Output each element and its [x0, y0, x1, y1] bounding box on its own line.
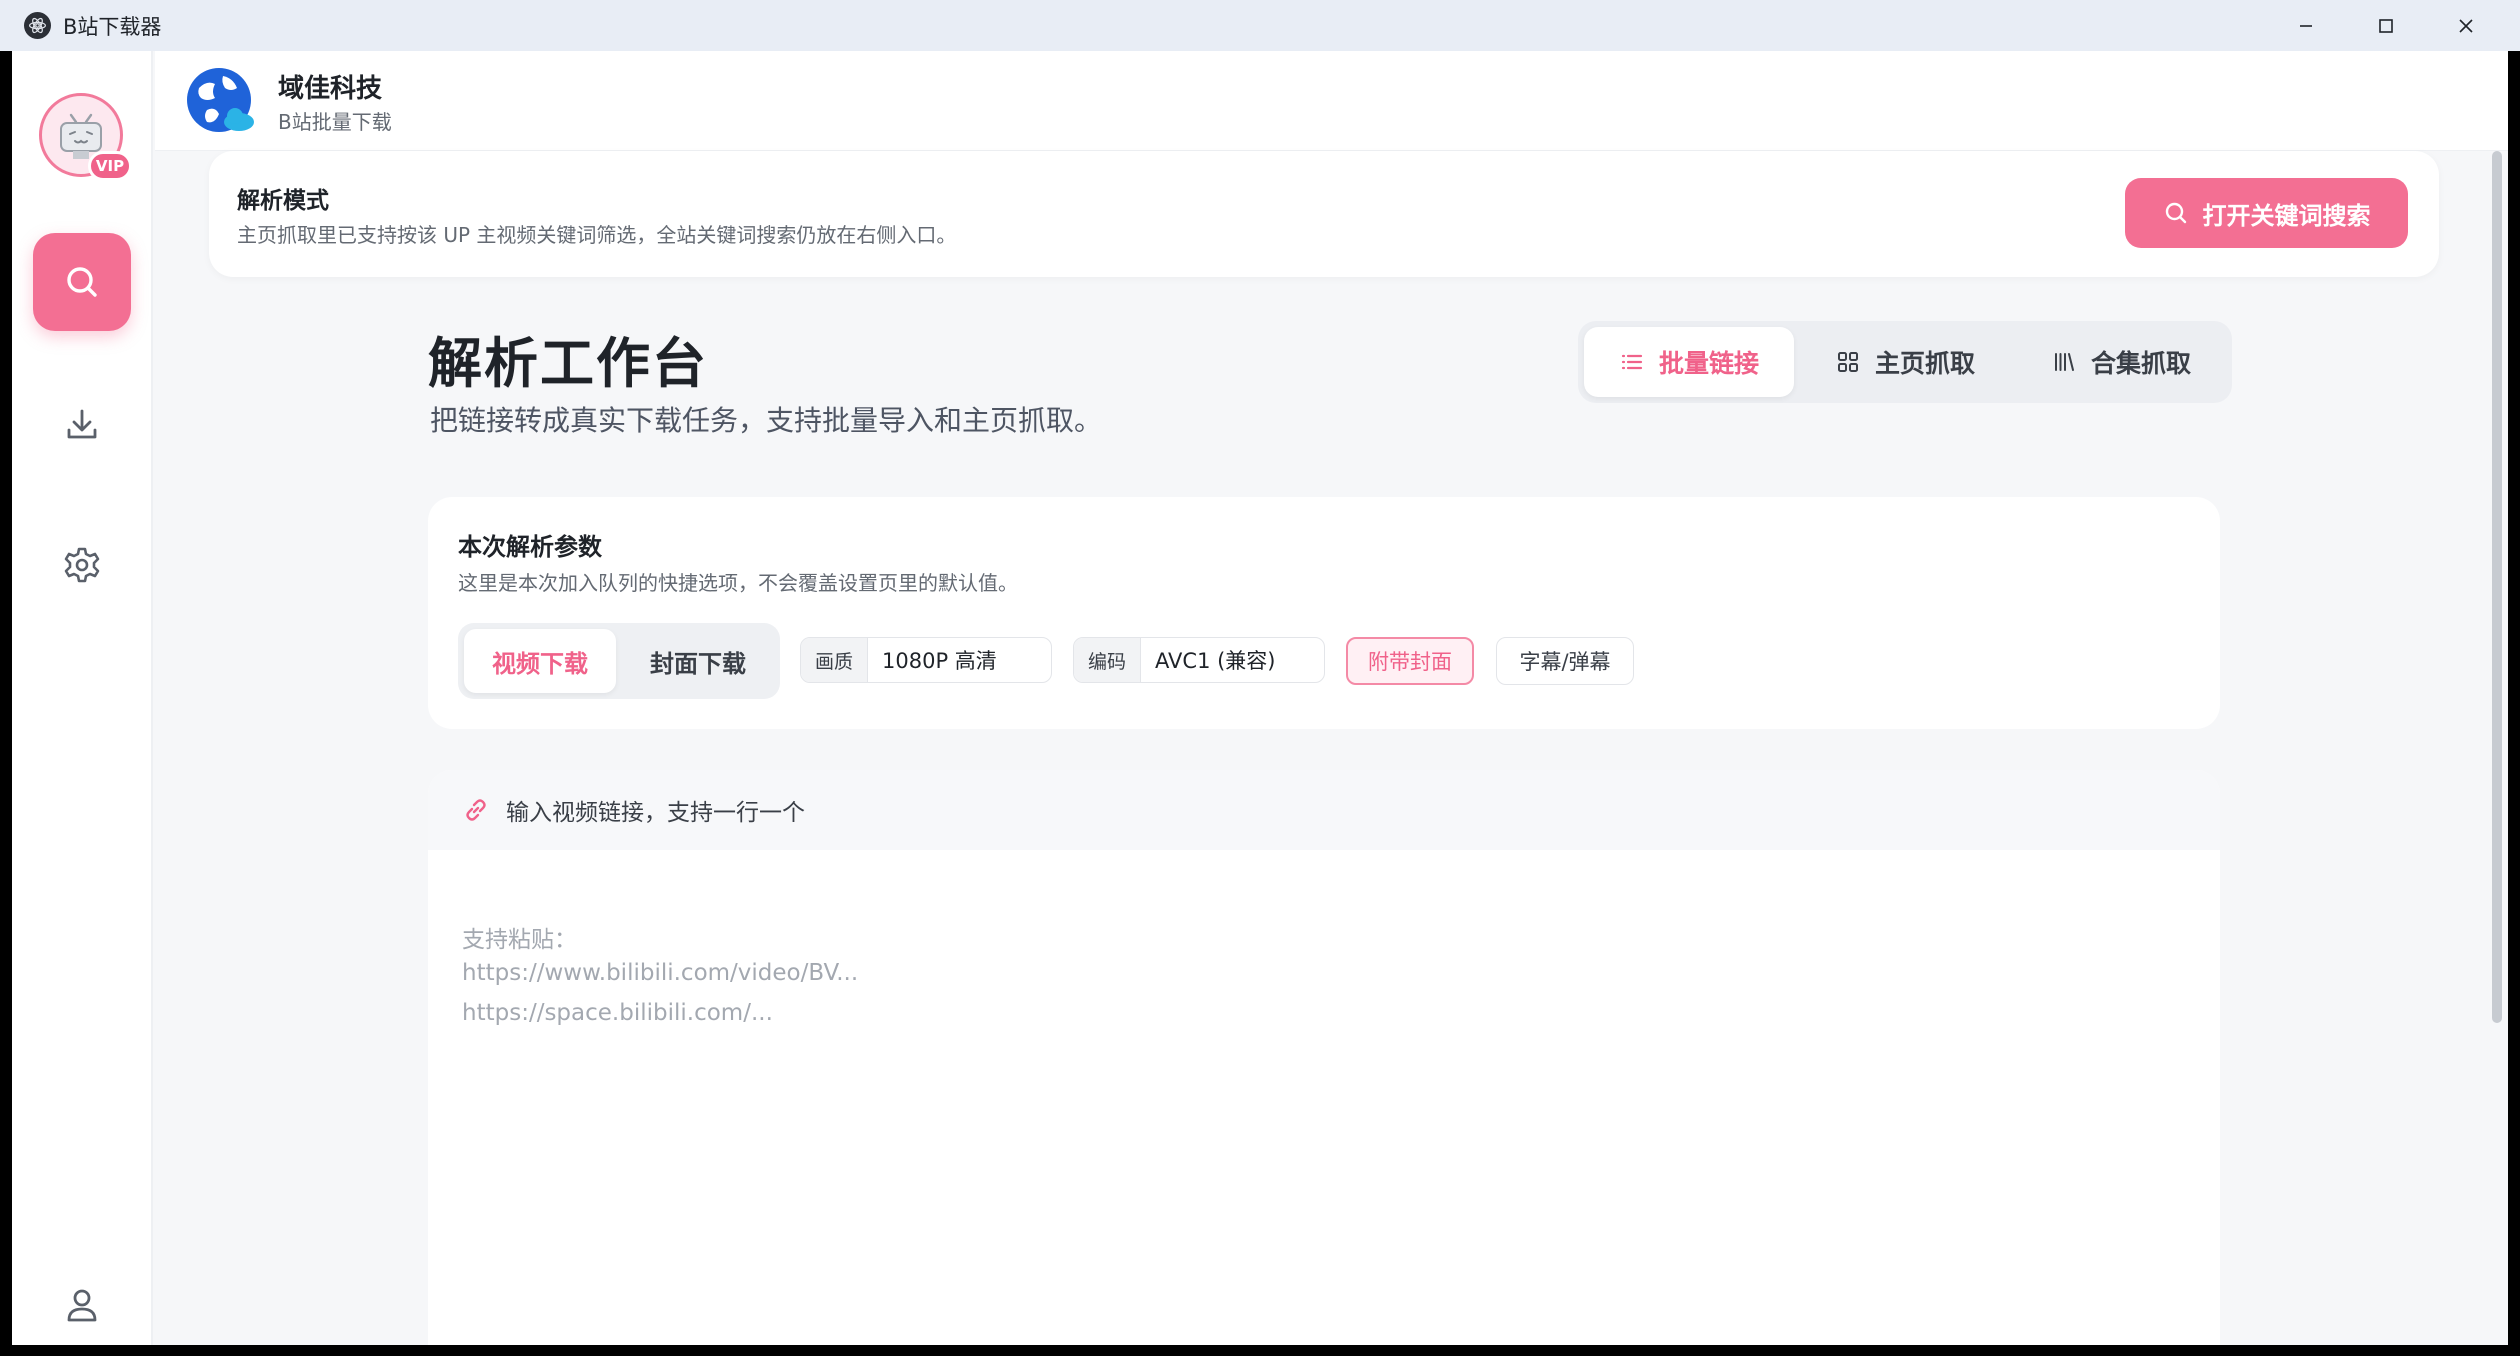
- download-icon: [67, 409, 97, 439]
- codec-label: 编码: [1074, 638, 1142, 682]
- params-title: 本次解析参数: [458, 533, 602, 561]
- list-icon: [1621, 354, 1643, 370]
- tab-homepage-crawl[interactable]: 主页抓取: [1800, 327, 2010, 397]
- close-icon: [2459, 18, 2473, 33]
- search-icon: [67, 267, 97, 297]
- nav-parse[interactable]: [33, 233, 131, 331]
- keyword-search-button[interactable]: 打开关键词搜索: [2125, 178, 2408, 248]
- links-placeholder-line: https://space.bilibili.com/...: [462, 1000, 773, 1026]
- quality-select[interactable]: 画质 1080P 高清: [800, 637, 1052, 683]
- user-icon: [67, 1289, 97, 1322]
- nav-settings[interactable]: [33, 516, 131, 614]
- brand-name: 域佳科技: [278, 74, 383, 104]
- links-placeholder-line: https://www.bilibili.com/video/BV...: [462, 960, 859, 986]
- links-input-header: 输入视频链接，支持一行一个: [428, 770, 2220, 850]
- gear-icon: [64, 547, 100, 583]
- subtitles-danmaku-toggle[interactable]: 字幕/弹幕: [1496, 637, 1634, 685]
- params-description: 这里是本次加入队列的快捷选项，不会覆盖设置页里的默认值。: [458, 571, 1018, 595]
- scrollbar[interactable]: [2492, 151, 2502, 1023]
- grid-icon: [1837, 352, 1858, 372]
- video-download-option[interactable]: 视频下载: [464, 629, 616, 693]
- tab-homepage-crawl-label: 主页抓取: [1874, 349, 1975, 378]
- links-input-title: 输入视频链接，支持一行一个: [506, 800, 805, 826]
- mode-tabs: 批量链接 主页抓取 合集抓取: [1578, 321, 2232, 403]
- links-placeholder-line: 支持粘贴：: [462, 927, 577, 953]
- page-subtitle: 把链接转成真实下载任务，支持批量导入和主页抓取。: [430, 404, 1103, 437]
- banner-description: 主页抓取里已支持按该 UP 主视频关键词筛选，全站关键词搜索仍放在右侧入口。: [237, 223, 957, 247]
- search-icon: [2165, 202, 2186, 224]
- minimize-icon: [2300, 24, 2312, 27]
- cover-download-option[interactable]: 封面下载: [622, 629, 774, 693]
- mode-banner: 解析模式 主页抓取里已支持按该 UP 主视频关键词筛选，全站关键词搜索仍放在右侧…: [209, 151, 2439, 277]
- nav-downloads[interactable]: [33, 376, 131, 474]
- tab-batch-links[interactable]: 批量链接: [1584, 327, 1794, 397]
- app-window: VIP 域佳科技 B站批量下载 解析模式 主页抓取里已支持按该 UP 主视频关键…: [12, 51, 2508, 1345]
- banner-title: 解析模式: [237, 188, 329, 214]
- brand-logo: [187, 68, 254, 132]
- keyword-search-label: 打开关键词搜索: [2202, 201, 2371, 230]
- codec-select[interactable]: 编码 AVC1 (兼容): [1073, 637, 1325, 683]
- minimize-button[interactable]: [2266, 0, 2346, 51]
- sidebar: VIP: [12, 51, 153, 1345]
- maximize-icon: [2379, 18, 2393, 33]
- window-titlebar: B站下载器: [0, 0, 2520, 51]
- codec-value: AVC1 (兼容): [1155, 649, 1276, 673]
- quality-value: 1080P 高清: [882, 649, 997, 673]
- vip-badge: VIP: [88, 151, 132, 181]
- link-icon: [466, 799, 486, 821]
- tab-collection-crawl-label: 合集抓取: [2090, 349, 2191, 378]
- window-title: B站下载器: [63, 14, 162, 39]
- app-header: 域佳科技 B站批量下载: [155, 51, 2508, 151]
- quality-label: 画质: [801, 638, 869, 682]
- params-card: 本次解析参数 这里是本次加入队列的快捷选项，不会覆盖设置页里的默认值。 视频下载…: [428, 497, 2220, 729]
- maximize-button[interactable]: [2346, 0, 2426, 51]
- include-cover-toggle[interactable]: 附带封面: [1346, 637, 1474, 685]
- brand-subtitle: B站批量下载: [278, 110, 392, 134]
- app-icon: [24, 12, 51, 39]
- tab-batch-links-label: 批量链接: [1658, 349, 1759, 378]
- nav-account[interactable]: [33, 1256, 131, 1345]
- links-input-card[interactable]: 输入视频链接，支持一行一个 支持粘贴： https://www.bilibili…: [428, 770, 2220, 1345]
- page-title: 解析工作台: [428, 332, 708, 395]
- close-button[interactable]: [2426, 0, 2506, 51]
- download-mode-switch: 视频下载 封面下载: [458, 623, 780, 699]
- tab-collection-crawl[interactable]: 合集抓取: [2016, 327, 2226, 397]
- library-icon: [2054, 353, 2074, 371]
